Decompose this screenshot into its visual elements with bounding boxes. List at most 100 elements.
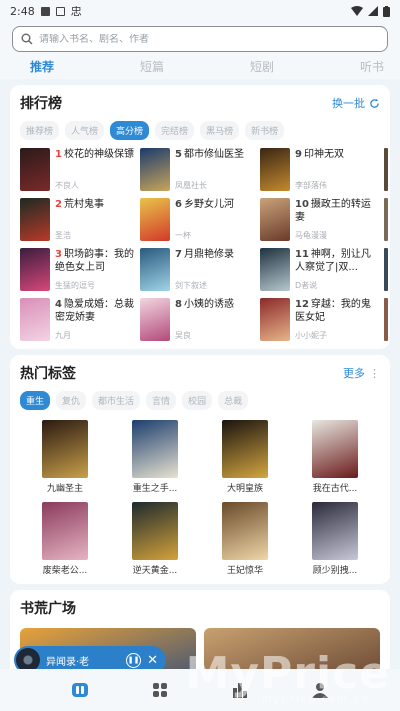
book-cover[interactable] [222,420,268,478]
close-icon[interactable]: ✕ [147,653,158,668]
rank-book-text: 3 职场韵事：我的绝色女上司 生猛的逗号 [55,248,136,291]
rank-book-title: 9 印神无双 [295,148,344,161]
rank-book-item[interactable]: 1 校花的神级保镖 不良人 [20,148,136,191]
rank-book-name: 乡野女儿河 [183,199,234,210]
rank-book-name: 小姨的诱惑 [183,299,234,310]
rank-number: 11 [295,249,309,260]
notification-icon-2 [55,6,65,16]
more-button[interactable]: 更多 ⋮ [343,365,380,381]
book-cover[interactable] [312,502,358,560]
rank-book-item[interactable]: 9 印神无双 李部落伟 [260,148,376,191]
tab-audiobooks[interactable]: 听书 [360,58,384,75]
rank-book-title: 11 神啊，别让凡人察觉了|双... [295,248,376,274]
rank-book-text: 1 校花的神级保镖 不良人 [55,148,134,191]
ranking-chip[interactable]: 高分榜 [110,121,150,140]
ranking-chip[interactable]: 推荐榜 [20,121,60,140]
rank-book-name: 月鼎艳修录 [183,249,234,260]
bookshelf-icon [72,683,88,697]
rank-icon [233,683,247,698]
rank-book-item[interactable]: 8 小姨的诱惑 吴良 [140,298,256,341]
book-cover[interactable] [140,198,170,241]
tag-chip[interactable]: 言情 [146,391,177,410]
ranking-chip[interactable]: 黑马榜 [200,121,240,140]
book-cover[interactable] [140,298,170,341]
nav-bookshelf[interactable] [65,682,95,698]
tag-book-item[interactable]: 大明皇族 [200,420,290,494]
book-cover[interactable] [140,148,170,191]
rank-book-item[interactable]: 10 摄政王的转运妻 马龟漫漫 [260,198,376,241]
rank-book-item[interactable]: 6 乡野女儿河 一杯 [140,198,256,241]
tag-chip[interactable]: 都市生活 [92,391,141,410]
rank-number: 12 [295,299,309,310]
tag-chip[interactable]: 复仇 [56,391,87,410]
profile-icon [312,683,328,698]
search-input[interactable] [39,33,379,45]
refresh-button[interactable]: 换一批 [332,95,380,111]
tag-book-item[interactable]: 顾少别拽... [290,502,380,576]
next-cover-edge [384,148,388,191]
notification-icon [40,6,50,16]
book-cover[interactable] [20,248,50,291]
tag-book-item[interactable]: 废柴老公... [20,502,110,576]
rank-book-item[interactable]: 11 神啊，别让凡人察觉了|双... D者说 [260,248,376,291]
wifi-icon [351,6,363,16]
tag-chip[interactable]: 总裁 [218,391,249,410]
book-cover[interactable] [132,420,178,478]
rank-book-title: 5 都市修仙医圣 [175,148,244,161]
book-cover[interactable] [20,198,50,241]
book-cover[interactable] [132,502,178,560]
rank-book-name: 都市修仙医圣 [183,149,244,160]
tab-short-dramas[interactable]: 短剧 [250,58,274,75]
store-icon [153,683,167,697]
rank-book-item[interactable]: 2 荒村鬼事 圣浩 [20,198,136,241]
book-cover[interactable] [260,198,290,241]
rank-book-item[interactable]: 5 都市修仙医圣 凤凰社长 [140,148,256,191]
rank-book-text: 12 穿越：我的鬼医女妃 小小妮子 [295,298,376,341]
tag-book-item[interactable]: 九幽圣主 [20,420,110,494]
search-bar[interactable] [12,26,388,52]
rank-book-item[interactable]: 7 月鼎艳修录 剑下叙述 [140,248,256,291]
nav-rank[interactable] [225,682,255,698]
nav-store[interactable] [145,682,175,698]
tag-book-title: 王妃惊华 [226,566,263,576]
book-cover[interactable] [260,298,290,341]
tag-book-item[interactable]: 逆天黄金... [110,502,200,576]
tag-book-item[interactable]: 我在古代... [290,420,380,494]
ranking-title: 排行榜 [20,96,62,112]
tag-book-item[interactable]: 王妃惊华 [200,502,290,576]
rank-number: 2 [55,199,62,210]
more-label: 更多 [343,367,365,380]
ranking-chip[interactable]: 完结榜 [155,121,195,140]
rank-book-item[interactable]: 3 职场韵事：我的绝色女上司 生猛的逗号 [20,248,136,291]
app-glyph: 忠 [70,5,82,18]
ranking-chip[interactable]: 人气榜 [65,121,105,140]
book-cover[interactable] [222,502,268,560]
next-cover-edge [384,198,388,241]
tag-book-title: 重生之手... [132,484,178,494]
book-cover[interactable] [312,420,358,478]
nav-profile[interactable] [305,682,335,698]
book-cover[interactable] [260,248,290,291]
tag-chip[interactable]: 重生 [20,391,51,410]
rank-book-item[interactable]: 4 隐爱成婚：总裁密宠娇妻 九月 [20,298,136,341]
ranking-chip[interactable]: 新书榜 [245,121,285,140]
tab-short-stories[interactable]: 短篇 [140,58,164,75]
book-cover[interactable] [42,420,88,478]
battery-icon [383,5,390,17]
tab-recommend[interactable]: 推荐 [30,58,54,75]
book-cover[interactable] [42,502,88,560]
rank-number: 1 [55,149,62,160]
book-cover[interactable] [140,248,170,291]
pause-button[interactable]: ❚❚ [126,652,142,668]
tag-book-title: 逆天黄金... [132,566,178,576]
rank-book-title: 1 校花的神级保镖 [55,148,134,161]
rank-number: 4 [55,299,62,310]
rank-book-item[interactable]: 12 穿越：我的鬼医女妃 小小妮子 [260,298,376,341]
rank-number: 8 [175,299,182,310]
book-cover[interactable] [260,148,290,191]
tag-chip[interactable]: 校园 [182,391,213,410]
book-cover[interactable] [20,148,50,191]
tag-book-item[interactable]: 重生之手... [110,420,200,494]
book-cover[interactable] [20,298,50,341]
rank-book-author: 剑下叙述 [175,281,207,290]
